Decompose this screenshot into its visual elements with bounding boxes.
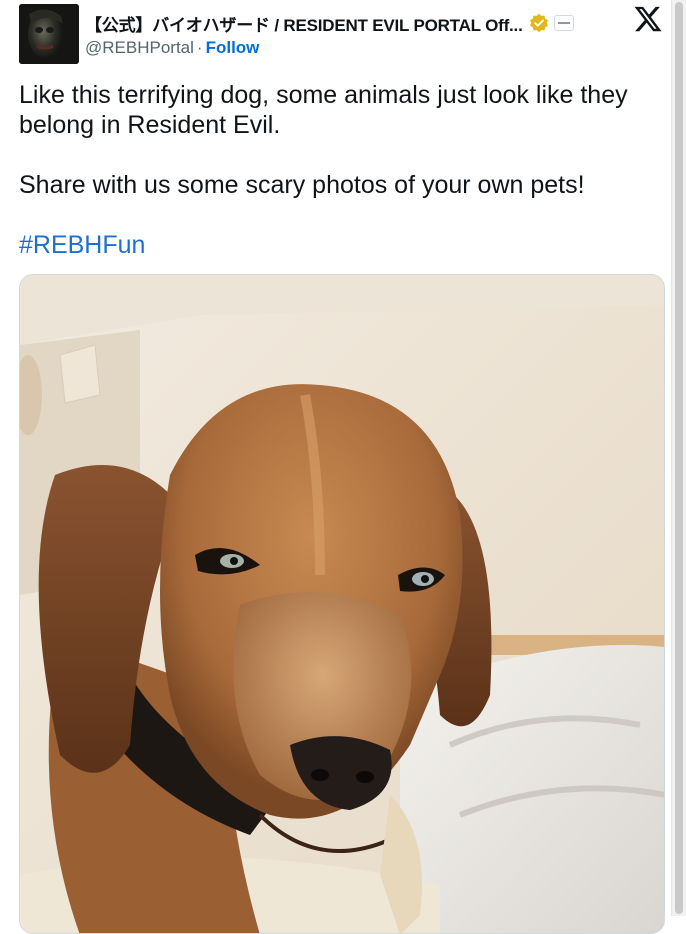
scrollbar-thumb[interactable]: [675, 2, 683, 914]
tweet-line-1: Like this terrifying dog, some animals j…: [19, 81, 628, 139]
dog-photo-image: [20, 275, 664, 933]
x-logo-icon[interactable]: [633, 4, 663, 34]
tweet-text: Like this terrifying dog, some animals j…: [19, 80, 659, 260]
display-name[interactable]: 【公式】バイオハザード / RESIDENT EVIL PORTAL Off..…: [85, 11, 523, 36]
avatar[interactable]: [19, 4, 79, 64]
affiliate-badge-icon[interactable]: [553, 15, 574, 31]
tweet-header: 【公式】バイオハザード / RESIDENT EVIL PORTAL Off..…: [19, 4, 669, 64]
verified-badge-icon[interactable]: [529, 13, 549, 33]
hashtag-link[interactable]: #REBHFun: [19, 231, 145, 259]
separator-dot: ·: [196, 38, 203, 57]
avatar-image: [19, 4, 79, 64]
user-handle[interactable]: @REBHPortal: [85, 38, 194, 57]
scrollbar[interactable]: [671, 0, 686, 916]
tweet-media[interactable]: [19, 274, 665, 934]
follow-button[interactable]: Follow: [206, 38, 260, 57]
tweet-line-2: Share with us some scary photos of your …: [19, 171, 585, 199]
